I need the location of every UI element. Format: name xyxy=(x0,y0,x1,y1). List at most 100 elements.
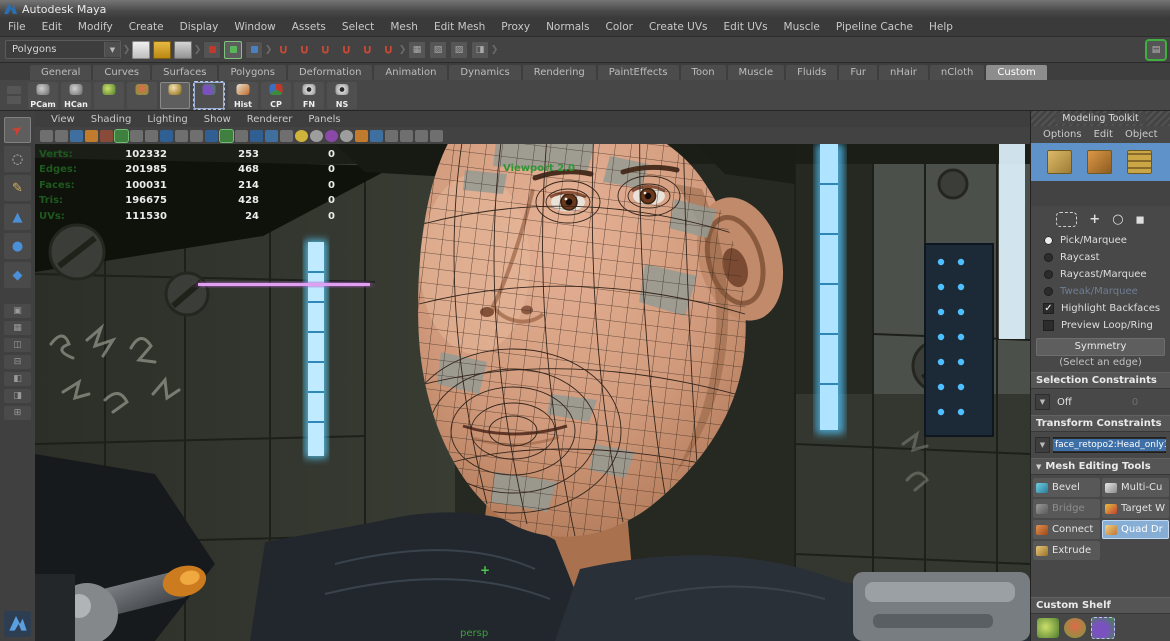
hand-shelf-button[interactable] xyxy=(94,82,124,109)
selection-mode-dropdown[interactable]: Polygons ▼ xyxy=(5,40,121,59)
window-titlebar[interactable]: Autodesk Maya xyxy=(0,0,1170,18)
shelf-tab-muscle[interactable]: Muscle xyxy=(728,65,785,80)
open-scene-button[interactable] xyxy=(153,41,171,59)
safe-action-icon[interactable] xyxy=(190,130,203,142)
bevel-button[interactable]: Bevel xyxy=(1033,478,1100,497)
layout-persp-outliner-button[interactable]: ◫ xyxy=(4,338,31,352)
snap-point-button[interactable]: ∩ xyxy=(316,41,334,59)
extrude-button[interactable]: Extrude xyxy=(1033,541,1100,560)
shelf-tab-nhair[interactable]: nHair xyxy=(879,65,928,80)
panel-menu-renderer[interactable]: Renderer xyxy=(239,114,301,125)
target-weld-button[interactable]: Target W xyxy=(1102,499,1169,518)
paint-select-tool-button[interactable]: ✎ xyxy=(4,175,31,201)
panel-menu-lighting[interactable]: Lighting xyxy=(139,114,195,125)
menu-assets[interactable]: Assets xyxy=(284,21,334,33)
multi-cut-button[interactable]: Multi-Cu xyxy=(1102,478,1169,497)
fn-shelf-button[interactable]: FN xyxy=(294,82,324,109)
shelf-tab-surfaces[interactable]: Surfaces xyxy=(152,65,217,80)
grease-pencil-icon[interactable] xyxy=(100,130,113,142)
section-collapse-handle[interactable]: ❯ xyxy=(266,42,271,58)
highlight-backfaces-checkbox[interactable]: ✓ Highlight Backfaces xyxy=(1031,300,1170,317)
move-tool-button[interactable]: ▲ xyxy=(4,204,31,230)
shelf-tab-painteffects[interactable]: PaintEffects xyxy=(598,65,679,80)
screen-space-ao-icon[interactable] xyxy=(340,130,353,142)
quad-draw-button[interactable]: Quad Dr xyxy=(1102,520,1169,539)
use-all-lights-icon[interactable] xyxy=(280,130,293,142)
menu-file[interactable]: File xyxy=(0,21,34,33)
menu-edit[interactable]: Edit xyxy=(34,21,70,33)
connect-button[interactable]: Connect xyxy=(1033,520,1100,539)
camera-attributes-icon[interactable] xyxy=(40,130,53,142)
shelf-tab-custom[interactable]: Custom xyxy=(986,65,1046,80)
render-current-frame-button[interactable]: ▧ xyxy=(429,41,447,59)
toolkit-menu-help[interactable]: Help xyxy=(1164,129,1170,140)
flower-shelf-button[interactable] xyxy=(127,82,157,109)
perspective-viewport[interactable]: View Shading Lighting Show Renderer Pane… xyxy=(35,111,1030,641)
scale-icon[interactable]: ◼ xyxy=(1136,213,1145,226)
move-icon[interactable]: + xyxy=(1089,212,1100,227)
menu-edit-uvs[interactable]: Edit UVs xyxy=(716,21,776,33)
rotate-tool-button[interactable]: ● xyxy=(4,233,31,259)
save-scene-button[interactable] xyxy=(174,41,192,59)
menu-modify[interactable]: Modify xyxy=(70,21,121,33)
gate-mask-icon[interactable] xyxy=(160,130,173,142)
exposure-icon[interactable] xyxy=(415,130,428,142)
ipr-render-button[interactable]: ▨ xyxy=(450,41,468,59)
layout-four-pane-button[interactable]: ▦ xyxy=(4,321,31,335)
layout-uv-editor-button[interactable]: ◨ xyxy=(4,389,31,403)
plants-shelf-button[interactable] xyxy=(193,81,225,110)
scale-tool-button[interactable]: ◆ xyxy=(4,262,31,288)
toolkit-menu-edit[interactable]: Edit xyxy=(1088,129,1119,140)
hcan-shelf-button[interactable]: HCan xyxy=(61,82,91,109)
silhouette-light-icon[interactable] xyxy=(310,130,323,142)
snap-projected-center-button[interactable]: ∩ xyxy=(337,41,355,59)
pick-marquee-radio[interactable]: Pick/Marquee xyxy=(1031,232,1170,249)
chevron-down-icon[interactable]: ▼ xyxy=(1035,394,1050,410)
sphere-shelf-button[interactable] xyxy=(160,82,190,109)
preview-loop-ring-checkbox[interactable]: Preview Loop/Ring xyxy=(1031,317,1170,334)
menu-pipeline-cache[interactable]: Pipeline Cache xyxy=(828,21,921,33)
section-collapse-handle[interactable]: ❯ xyxy=(195,42,200,58)
menu-window[interactable]: Window xyxy=(226,21,283,33)
shelf-tab-ncloth[interactable]: nCloth xyxy=(930,65,984,80)
snap-curve-button[interactable]: ∩ xyxy=(295,41,313,59)
motion-blur-icon[interactable] xyxy=(355,130,368,142)
menu-normals[interactable]: Normals xyxy=(538,21,597,33)
toolkit-menu-object[interactable]: Object xyxy=(1119,129,1164,140)
mesh-editing-tools-header[interactable]: ▼ Mesh Editing Tools xyxy=(1031,458,1170,475)
shaded-mode-icon[interactable] xyxy=(250,130,263,142)
textured-mode-icon[interactable] xyxy=(265,130,278,142)
render-view-button[interactable]: ▦ xyxy=(408,41,426,59)
default-light-icon[interactable] xyxy=(295,130,308,142)
menu-help[interactable]: Help xyxy=(921,21,961,33)
panel-menu-view[interactable]: View xyxy=(43,114,83,125)
wireframe-mode-icon[interactable] xyxy=(235,130,248,142)
panel-menu-panels[interactable]: Panels xyxy=(300,114,348,125)
hand-icon[interactable] xyxy=(1037,618,1059,638)
new-scene-button[interactable] xyxy=(132,41,150,59)
layout-hypershade-button[interactable]: ◧ xyxy=(4,372,31,386)
toolkit-menu-options[interactable]: Options xyxy=(1037,129,1088,140)
symmetry-button[interactable]: Symmetry xyxy=(1036,338,1165,356)
shelf-tab-fur[interactable]: Fur xyxy=(839,65,877,80)
flower-icon[interactable] xyxy=(1064,618,1086,638)
shelf-tab-deformation[interactable]: Deformation xyxy=(288,65,372,80)
lasso-tool-button[interactable]: ◌ xyxy=(4,146,31,172)
select-tool-button[interactable]: ➤ xyxy=(4,117,31,143)
menu-display[interactable]: Display xyxy=(172,21,227,33)
menu-mesh[interactable]: Mesh xyxy=(382,21,426,33)
rotate-icon[interactable]: ○ xyxy=(1112,212,1123,227)
snap-view-plane-button[interactable]: ∩ xyxy=(358,41,376,59)
shelf-tab-fluids[interactable]: Fluids xyxy=(786,65,837,80)
panel-title-bar[interactable]: Modeling Toolkit xyxy=(1031,111,1170,126)
shelf-tab-animation[interactable]: Animation xyxy=(374,65,447,80)
menu-proxy[interactable]: Proxy xyxy=(493,21,538,33)
hist-shelf-button[interactable]: Hist xyxy=(228,82,258,109)
cp-shelf-button[interactable]: CP xyxy=(261,82,291,109)
menu-edit-mesh[interactable]: Edit Mesh xyxy=(426,21,493,33)
safe-title-icon[interactable] xyxy=(205,130,218,142)
selection-constraint-value[interactable]: Off xyxy=(1053,397,1101,408)
shelf-tab-curves[interactable]: Curves xyxy=(93,65,150,80)
edge-mode-icon[interactable] xyxy=(1087,150,1112,174)
grid-toggle-icon[interactable] xyxy=(115,130,128,142)
